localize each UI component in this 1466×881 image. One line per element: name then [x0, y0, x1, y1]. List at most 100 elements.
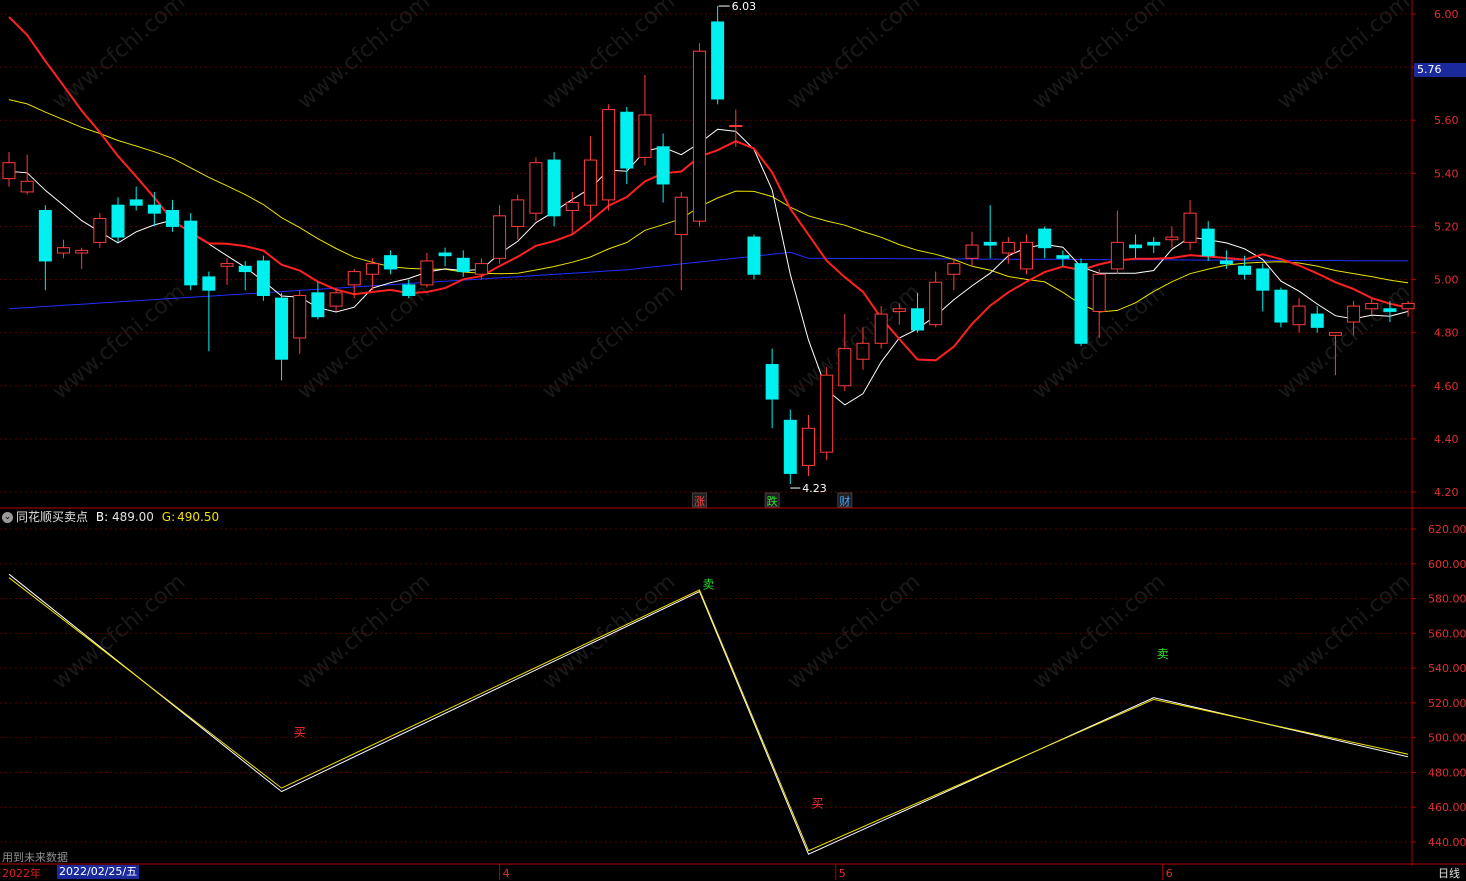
candle-down — [275, 292, 289, 381]
candle-body — [947, 263, 961, 275]
price-tick-label: 5.00 — [1434, 274, 1459, 287]
price-tick-label: 4.20 — [1434, 486, 1459, 499]
candle-up — [602, 104, 616, 211]
candle-down — [620, 106, 634, 184]
candle-up — [674, 191, 688, 291]
watermark-text: www.cfchi.com — [1273, 279, 1415, 404]
candle-up — [1165, 226, 1179, 248]
watermark-text: www.cfchi.com — [1028, 0, 1170, 115]
candle-down — [384, 250, 398, 275]
ma10-line — [8, 16, 1409, 362]
sell-signal: 卖 — [1157, 647, 1169, 661]
candle-up — [511, 194, 525, 240]
candle-body — [838, 348, 852, 387]
candle-body — [1292, 305, 1306, 326]
candle-body — [965, 244, 979, 259]
watermark-text: www.cfchi.com — [293, 569, 435, 694]
candle-body — [1238, 265, 1252, 275]
candle-body — [184, 220, 198, 286]
b-value: 489.00 — [111, 510, 154, 524]
indicator-tick-label: 440.00 — [1428, 836, 1466, 849]
candle-body — [1129, 244, 1143, 249]
candle-body — [75, 249, 89, 254]
indicator-tick-label: 480.00 — [1428, 766, 1466, 779]
chart-canvas[interactable]: www.cfchi.com www.cfchi.com www.cfchi.com w… — [0, 0, 1466, 880]
price-tick-label: 4.80 — [1434, 327, 1459, 340]
candle-up — [638, 75, 652, 166]
candle-down — [1038, 226, 1052, 259]
future-data-note: 用到未来数据 — [2, 851, 68, 864]
candle-up — [529, 157, 543, 222]
date-bar: 2022年 2022/02/25/五 日线 — [0, 864, 1466, 880]
indicator-tick-label: 620.00 — [1428, 523, 1466, 536]
candle-body — [1310, 313, 1324, 328]
candle-body — [365, 263, 379, 275]
indicator-tick-label: 540.00 — [1428, 662, 1466, 675]
watermark-text: www.cfchi.com — [538, 569, 680, 694]
candle-down — [438, 247, 452, 267]
candle-down — [456, 250, 470, 277]
high-price-label: 6.03 — [732, 0, 757, 13]
candle-body — [111, 204, 125, 238]
watermark-layer: www.cfchi.com www.cfchi.com www.cfchi.com w… — [48, 0, 1415, 695]
candle-body — [692, 50, 706, 222]
candle-body — [329, 292, 343, 307]
candle-down — [402, 279, 416, 299]
candle-down — [783, 409, 797, 485]
candle-down — [111, 197, 125, 243]
indicator-tick-label: 580.00 — [1428, 593, 1466, 606]
candle-down — [1256, 263, 1270, 312]
candle-down — [238, 260, 252, 291]
candle-body — [1001, 241, 1015, 254]
b-label: B: — [95, 510, 109, 524]
candle-down — [1274, 287, 1288, 328]
candle-body — [511, 199, 525, 227]
candle-body — [166, 210, 180, 227]
candle-up — [1110, 210, 1124, 275]
price-tick-label: 5.40 — [1434, 167, 1459, 180]
candle-body — [747, 236, 761, 275]
candle-up — [729, 109, 743, 147]
candle-down — [1201, 221, 1215, 261]
candle-body — [1147, 241, 1161, 246]
candle-up — [293, 290, 307, 354]
candle-body — [729, 125, 743, 128]
candle-body — [420, 260, 434, 286]
candle-body — [783, 419, 797, 474]
candle-body — [801, 427, 815, 466]
event-marker-label: 涨 — [694, 495, 705, 508]
candle-up — [20, 154, 34, 195]
candle-body — [565, 202, 579, 212]
watermark-text: www.cfchi.com — [48, 0, 190, 115]
candle-body — [1056, 255, 1070, 259]
candle-body — [911, 308, 924, 331]
watermark-text: www.cfchi.com — [1273, 569, 1415, 694]
candle-body — [147, 204, 161, 214]
candle-body — [711, 21, 725, 100]
candle-body — [256, 260, 270, 296]
watermark-text: www.cfchi.com — [538, 0, 680, 115]
candle-down — [202, 271, 216, 352]
candle-up — [75, 247, 89, 269]
candle-body — [856, 342, 870, 360]
indicator-line-G — [8, 577, 1409, 852]
candle-body — [1074, 263, 1088, 344]
period-label[interactable]: 日线 — [1438, 865, 1460, 881]
event-marker-label: 跌 — [767, 494, 778, 508]
indicator-name[interactable]: 同花顺买卖点 — [16, 510, 88, 524]
candle-up — [565, 191, 579, 235]
candle-body — [620, 111, 634, 169]
candle-body — [1401, 302, 1415, 310]
candle-body — [2, 162, 16, 180]
candle-body — [765, 364, 779, 400]
watermark-text: www.cfchi.com — [783, 569, 925, 694]
watermark-text: www.cfchi.com — [538, 279, 680, 404]
candle-down — [1147, 237, 1161, 253]
candle-body — [1383, 308, 1397, 312]
candle-up — [692, 43, 706, 227]
price-tick-label: 4.40 — [1434, 433, 1459, 446]
candle-body — [402, 284, 416, 296]
indicator-toggle-icon[interactable]: ⌄ — [2, 512, 13, 523]
candle-body — [547, 159, 561, 217]
indicator-tick-label: 460.00 — [1428, 801, 1466, 814]
